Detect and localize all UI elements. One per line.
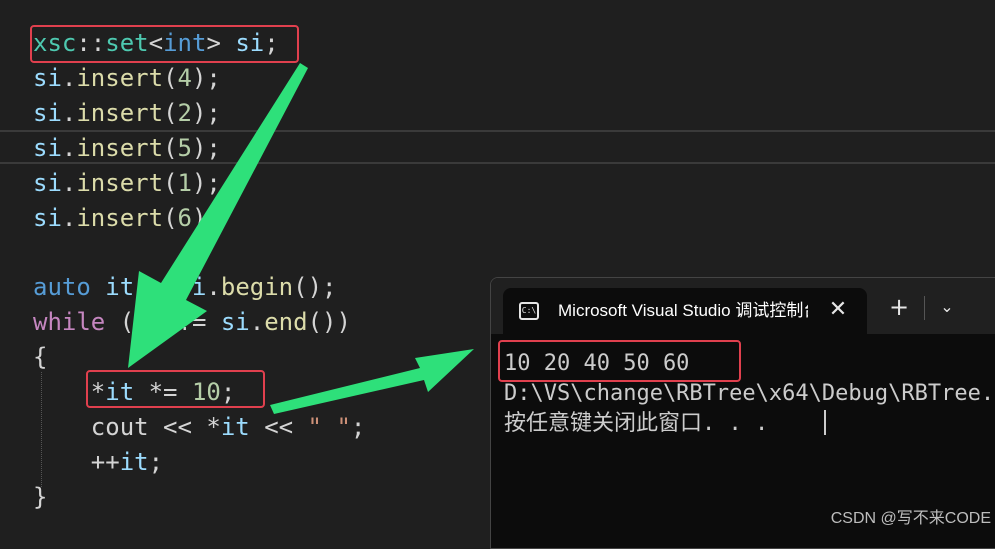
code-token: ( xyxy=(163,133,178,162)
console-titlebar: C:\ Microsoft Visual Studio 调试控制台 ✕ + ⌄ xyxy=(491,278,995,334)
code-token: . xyxy=(61,168,77,197)
code-token: . xyxy=(61,98,77,127)
code-token: ( xyxy=(119,308,135,337)
code-line: { xyxy=(33,340,47,375)
code-token: ()) xyxy=(307,308,351,337)
code-token: . xyxy=(206,273,221,302)
code-token: auto xyxy=(33,273,106,302)
code-line: } xyxy=(33,480,47,515)
code-token: si xyxy=(33,133,62,162)
chevron-down-icon[interactable]: ⌄ xyxy=(934,290,960,324)
code-line: auto it = si.begin(); xyxy=(33,270,336,305)
code-token: 4 xyxy=(177,63,192,92)
code-token: cout << * xyxy=(33,412,221,441)
code-token: it xyxy=(134,308,164,337)
code-token: si xyxy=(177,273,207,302)
close-icon[interactable]: ✕ xyxy=(823,288,853,334)
code-token: si xyxy=(220,308,250,337)
code-token: . xyxy=(249,308,265,337)
code-token: begin xyxy=(220,273,294,302)
code-token: si xyxy=(33,98,62,127)
code-token: insert xyxy=(76,168,164,197)
code-line: while (it != si.end()) xyxy=(33,305,351,340)
code-token: != xyxy=(163,308,221,337)
code-token: ; xyxy=(350,412,366,441)
code-token: ); xyxy=(191,63,221,92)
code-token: . xyxy=(61,203,77,232)
code-line: si.insert(2); xyxy=(33,96,221,131)
code-token: it xyxy=(119,447,149,476)
code-token: ( xyxy=(163,168,178,197)
highlight-box-output xyxy=(498,340,741,382)
highlight-box-multiply-line xyxy=(86,370,265,408)
code-token: = xyxy=(134,273,178,302)
code-token: insert xyxy=(76,133,164,162)
terminal-icon: C:\ xyxy=(519,302,539,320)
tab-title: Microsoft Visual Studio 调试控制台 xyxy=(558,301,808,320)
code-line: ++it; xyxy=(33,445,163,480)
console-output-prompt: 按任意键关闭此窗口. . . xyxy=(504,411,769,436)
code-line: si.insert(1); xyxy=(33,166,221,201)
code-token: ); xyxy=(191,203,221,232)
text-cursor xyxy=(824,410,826,435)
code-token: 1 xyxy=(177,168,192,197)
code-token: ( xyxy=(163,98,178,127)
code-token: insert xyxy=(76,63,164,92)
code-token: si xyxy=(33,203,62,232)
code-token: si xyxy=(33,63,62,92)
code-token: ; xyxy=(148,447,164,476)
code-token: ( xyxy=(163,63,178,92)
watermark: CSDN @写不来CODE xyxy=(830,510,991,527)
highlight-box-set-declaration xyxy=(30,25,299,63)
console-output-path: D:\VS\change\RBTree\x64\Debug\RBTree.exe xyxy=(504,381,995,406)
code-token: . xyxy=(61,133,77,162)
code-token: ); xyxy=(191,133,221,162)
code-token: 6 xyxy=(177,203,192,232)
code-token: while xyxy=(33,308,120,337)
code-token: << xyxy=(249,412,308,441)
code-line: si.insert(5); xyxy=(33,131,221,166)
code-token: 2 xyxy=(177,98,192,127)
code-line: si.insert(4); xyxy=(33,61,221,96)
code-line: si.insert(6); xyxy=(33,201,221,236)
code-line: cout << *it << " "; xyxy=(33,410,366,445)
code-token: ); xyxy=(191,98,221,127)
code-token: (); xyxy=(293,273,337,302)
code-token: ( xyxy=(163,203,178,232)
code-token: insert xyxy=(76,203,164,232)
code-token: ++ xyxy=(33,447,120,476)
code-token: ); xyxy=(191,168,221,197)
code-token: } xyxy=(33,482,48,511)
code-token: it xyxy=(105,273,135,302)
console-tab[interactable]: C:\ Microsoft Visual Studio 调试控制台 ✕ xyxy=(503,288,867,334)
code-token: it xyxy=(220,412,250,441)
code-token: . xyxy=(61,63,77,92)
code-token: { xyxy=(33,343,48,372)
code-token: end xyxy=(264,308,308,337)
code-token: insert xyxy=(76,98,164,127)
code-token: 5 xyxy=(177,133,192,162)
titlebar-divider xyxy=(924,296,925,320)
code-token: " " xyxy=(307,412,351,441)
code-token: si xyxy=(33,168,62,197)
new-tab-icon[interactable]: + xyxy=(886,290,912,324)
